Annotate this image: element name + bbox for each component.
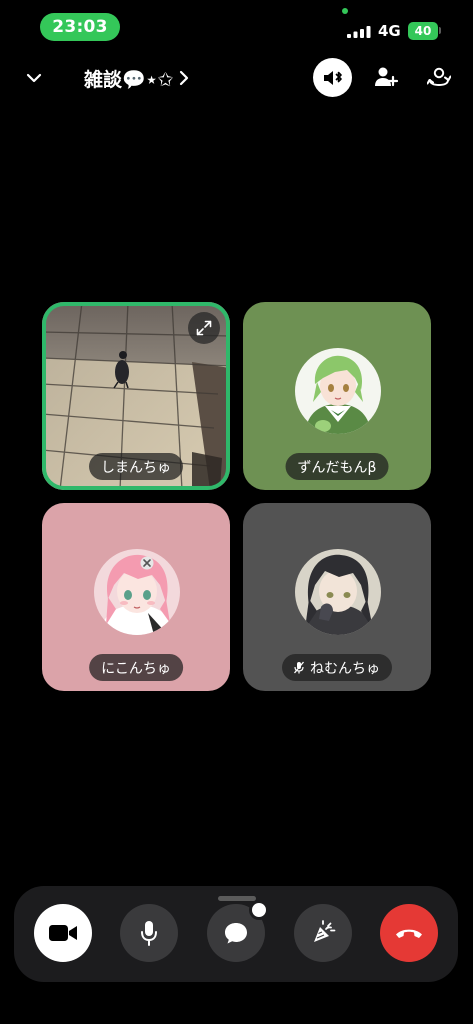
clock-time: 23:03: [52, 17, 108, 37]
switch-camera-icon: [427, 67, 451, 87]
mic-muted-icon: [294, 661, 304, 674]
chat-unread-badge: [249, 900, 269, 920]
participant-name-pill: にこんちゅ: [89, 654, 183, 681]
participant-name: ねむんちゅ: [310, 660, 380, 677]
speaker-bluetooth-icon: [323, 70, 342, 85]
avatar: [94, 549, 180, 635]
effects-button[interactable]: [294, 904, 352, 962]
participant-tile-zundamon[interactable]: ずんだもんβ: [243, 302, 431, 490]
time-pill[interactable]: 23:03: [40, 13, 120, 41]
chevron-down-icon: [26, 73, 42, 83]
expand-video-button[interactable]: [188, 312, 220, 344]
video-camera-icon: [49, 925, 77, 941]
battery-tip: [439, 27, 441, 34]
chat-bubble-icon: [225, 923, 247, 944]
battery-indicator: 40: [408, 22, 438, 40]
end-call-icon: [396, 929, 422, 938]
participant-name-pill: しまんちゅ: [89, 453, 183, 480]
camera-in-use-indicator: [342, 8, 348, 14]
avatar: [295, 348, 381, 434]
participant-name-pill: ねむんちゅ: [282, 654, 392, 681]
switch-camera-button[interactable]: [424, 62, 454, 92]
participant-name: ずんだもんβ: [297, 459, 377, 476]
chevron-right-icon: [180, 70, 189, 86]
participant-tile-shimanchu[interactable]: しまんちゅ: [42, 302, 230, 490]
add-person-icon: [375, 67, 399, 87]
participant-tile-nikonchu[interactable]: にこんちゅ: [42, 503, 230, 691]
room-title-button[interactable]: 雑談💬⋆✩: [84, 62, 189, 94]
minimize-call-button[interactable]: [20, 64, 48, 92]
participant-name-pill: ずんだもんβ: [285, 453, 389, 480]
cellular-signal-icon: [347, 26, 371, 38]
camera-toggle-button[interactable]: [34, 904, 92, 962]
microphone-icon: [141, 921, 157, 946]
end-call-button[interactable]: [380, 904, 438, 962]
participant-name: にこんちゅ: [101, 660, 171, 677]
microphone-toggle-button[interactable]: [120, 904, 178, 962]
close-icon: [140, 556, 154, 570]
battery-level: 40: [414, 24, 432, 38]
participant-tile-nemunchu[interactable]: ねむんちゅ: [243, 503, 431, 691]
avatar: [295, 549, 381, 635]
room-title: 雑談💬⋆✩: [84, 68, 174, 91]
audio-output-button[interactable]: [313, 58, 352, 97]
expand-icon: [196, 320, 212, 336]
sheet-grabber[interactable]: [218, 896, 256, 901]
call-header: 雑談💬⋆✩: [0, 56, 473, 100]
status-bar: 23:03 4G 40: [0, 0, 473, 56]
effects-icon: [314, 920, 336, 942]
network-type: 4G: [378, 22, 401, 40]
participant-name: しまんちゅ: [101, 459, 171, 476]
invite-member-button[interactable]: [371, 62, 401, 92]
